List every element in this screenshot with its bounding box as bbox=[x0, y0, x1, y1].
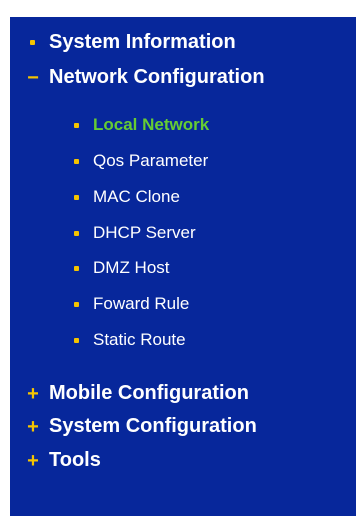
submenu-item-label: MAC Clone bbox=[93, 187, 180, 206]
collapse-icon: − bbox=[27, 66, 39, 89]
menu-item-system-configuration[interactable]: + System Configuration bbox=[27, 415, 257, 438]
submenu-item-static-route[interactable]: Static Route bbox=[74, 330, 186, 350]
submenu-item-label: Local Network bbox=[93, 115, 210, 134]
menu-item-label: Tools bbox=[49, 449, 101, 471]
bullet-icon bbox=[74, 230, 79, 236]
menu-item-label: System Configuration bbox=[49, 415, 257, 437]
menu-item-label: System Information bbox=[49, 31, 236, 53]
submenu-item-label: Foward Rule bbox=[93, 294, 190, 313]
submenu-item-label: DMZ Host bbox=[93, 258, 170, 277]
submenu-item-foward-rule[interactable]: Foward Rule bbox=[74, 294, 189, 314]
bullet-icon bbox=[74, 265, 79, 271]
submenu-item-label: DHCP Server bbox=[93, 223, 196, 242]
bullet-icon bbox=[74, 337, 79, 343]
bullet-icon bbox=[30, 40, 35, 45]
menu-item-system-information[interactable]: System Information bbox=[27, 31, 236, 54]
submenu-item-dmz-host[interactable]: DMZ Host bbox=[74, 258, 170, 278]
bullet-icon bbox=[74, 194, 79, 200]
expand-icon: + bbox=[27, 382, 39, 405]
menu-item-network-configuration[interactable]: − Network Configuration bbox=[27, 66, 265, 89]
submenu-item-dhcp-server[interactable]: DHCP Server bbox=[74, 223, 196, 243]
menu-item-label: Mobile Configuration bbox=[49, 382, 249, 404]
submenu-item-local-network[interactable]: Local Network bbox=[74, 115, 209, 135]
menu-item-tools[interactable]: + Tools bbox=[27, 449, 101, 472]
bullet-icon bbox=[74, 122, 79, 128]
navigation-menu: System Information − Network Configurati… bbox=[10, 17, 356, 516]
menu-item-label: Network Configuration bbox=[49, 66, 265, 88]
bullet-icon bbox=[74, 158, 79, 164]
expand-icon: + bbox=[27, 415, 39, 438]
bullet-icon bbox=[74, 301, 79, 307]
submenu-item-label: Static Route bbox=[93, 330, 186, 349]
expand-icon: + bbox=[27, 449, 39, 472]
menu-item-mobile-configuration[interactable]: + Mobile Configuration bbox=[27, 382, 249, 405]
submenu-item-mac-clone[interactable]: MAC Clone bbox=[74, 187, 180, 207]
submenu-item-label: Qos Parameter bbox=[93, 151, 209, 170]
submenu-item-qos-parameter[interactable]: Qos Parameter bbox=[74, 151, 208, 171]
